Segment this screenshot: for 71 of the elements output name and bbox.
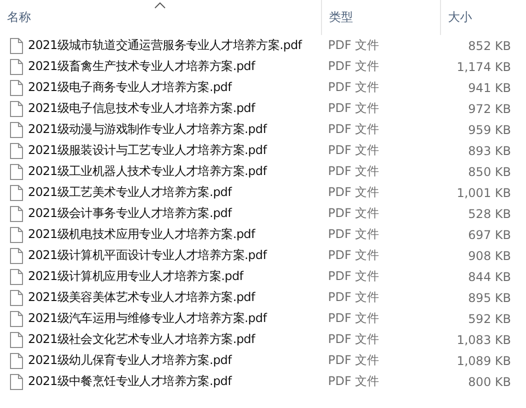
file-name-text: 2021级会计事务专业人才培养方案.pdf <box>28 205 234 222</box>
column-header[interactable]: 类型 <box>321 0 441 35</box>
file-size: 959 KB <box>467 122 511 136</box>
file-name-text: 2021级服装设计与工艺专业人才培养方案.pdf <box>28 142 268 159</box>
file-type: PDF 文件 <box>327 37 380 54</box>
file-type: PDF 文件 <box>327 268 380 285</box>
file-size: 592 KB <box>467 312 511 326</box>
document-icon <box>10 184 23 200</box>
column-header[interactable]: 名称 <box>0 0 321 35</box>
column-header[interactable]: 大小 <box>441 0 526 35</box>
file-size: 528 KB <box>467 206 511 220</box>
file-size: 852 KB <box>467 38 511 52</box>
file-size: 1,083 KB <box>456 332 511 346</box>
document-icon <box>10 38 23 54</box>
file-name-text: 2021级动漫与游戏制作专业人才培养方案.pdf <box>28 121 268 138</box>
file-size: 697 KB <box>467 228 511 242</box>
file-name-text: 2021级工业机器人技术专业人才培养方案.pdf <box>28 163 268 180</box>
file-type: PDF 文件 <box>327 247 380 264</box>
file-name-text: 2021级电子商务专业人才培养方案.pdf <box>28 79 234 96</box>
document-icon <box>10 268 23 284</box>
document-icon <box>10 226 23 242</box>
file-type: PDF 文件 <box>327 352 380 369</box>
file-type: PDF 文件 <box>327 121 380 138</box>
document-icon <box>10 352 23 368</box>
file-name-text: 2021级城市轨道交通运营服务专业人才培养方案.pdf <box>28 37 304 54</box>
document-icon <box>10 374 23 390</box>
file-type: PDF 文件 <box>327 310 380 327</box>
document-icon <box>10 290 23 306</box>
file-type: PDF 文件 <box>327 58 380 75</box>
document-icon <box>10 80 23 96</box>
file-size: 1,089 KB <box>456 354 511 368</box>
document-icon <box>10 310 23 326</box>
file-size: 972 KB <box>467 102 511 116</box>
file-type: PDF 文件 <box>327 289 380 306</box>
document-icon <box>10 142 23 158</box>
document-icon <box>10 164 23 180</box>
document-icon <box>10 58 23 74</box>
file-name-text: 2021级汽车运用与维修专业人才培养方案.pdf <box>28 310 268 327</box>
file-size: 850 KB <box>467 164 511 178</box>
file-name-text: 2021级中餐烹饪专业人才培养方案.pdf <box>28 373 234 390</box>
file-size: 844 KB <box>467 270 511 284</box>
file-size: 893 KB <box>467 144 511 158</box>
document-icon <box>10 100 23 116</box>
file-name-text: 2021级计算机平面设计专业人才培养方案.pdf <box>28 247 268 264</box>
file-name-text: 2021级美容美体艺术专业人才培养方案.pdf <box>28 289 256 306</box>
file-type: PDF 文件 <box>327 373 380 390</box>
file-name-text: 2021级计算机应用专业人才培养方案.pdf <box>28 268 245 285</box>
file-type: PDF 文件 <box>327 100 380 117</box>
file-name-text: 2021级工艺美术专业人才培养方案.pdf <box>28 184 234 201</box>
file-size: 941 KB <box>467 80 511 94</box>
file-type: PDF 文件 <box>327 142 380 159</box>
document-icon <box>10 206 23 222</box>
file-name-text: 2021级幼儿保育专业人才培养方案.pdf <box>28 352 234 369</box>
file-type: PDF 文件 <box>327 226 380 243</box>
file-size: 895 KB <box>467 290 511 304</box>
file-type: PDF 文件 <box>327 79 380 96</box>
file-size: 800 KB <box>467 374 511 388</box>
file-name-text: 2021级畜禽生产技术专业人才培养方案.pdf <box>28 58 256 75</box>
document-icon <box>10 122 23 138</box>
document-icon <box>10 248 23 264</box>
file-name-text: 2021级社会文化艺术专业人才培养方案.pdf <box>28 331 256 348</box>
document-icon <box>10 332 23 348</box>
file-name-text: 2021级电子信息技术专业人才培养方案.pdf <box>28 100 256 117</box>
file-type: PDF 文件 <box>327 163 380 180</box>
file-type: PDF 文件 <box>327 184 380 201</box>
file-name-text: 2021级机电技术应用专业人才培养方案.pdf <box>28 226 256 243</box>
file-type: PDF 文件 <box>327 205 380 222</box>
file-type: PDF 文件 <box>327 331 380 348</box>
file-size: 1,001 KB <box>456 186 511 200</box>
file-size: 1,174 KB <box>456 60 511 74</box>
file-size: 908 KB <box>467 248 511 262</box>
